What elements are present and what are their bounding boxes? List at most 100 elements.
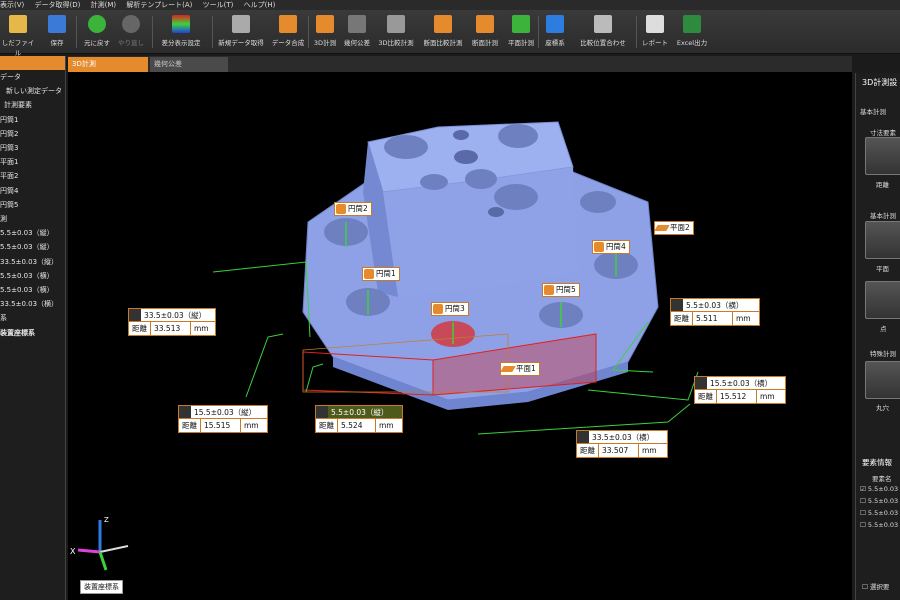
diff-display-button[interactable]: 差分表示設定 [156, 12, 206, 52]
excel-icon [683, 15, 701, 33]
point-button[interactable] [865, 281, 900, 319]
section-compare-icon [434, 15, 452, 33]
toolbar: しだファイル 保存 元に戻す やり直し 差分表示設定 新規データ取得 データ合成… [0, 10, 900, 57]
tree-item[interactable]: 平面2 [0, 169, 65, 183]
compare-3d-button[interactable]: 3D比較計測 [376, 12, 416, 52]
tree-item[interactable]: 円筒3 [0, 141, 65, 155]
align-icon [594, 15, 612, 33]
feature-tag-cylinder4[interactable]: 円筒4 [592, 240, 630, 254]
save-button[interactable]: 保存 [44, 12, 70, 52]
hole [453, 130, 469, 140]
section-icon [476, 15, 494, 33]
tree-item[interactable]: 平面1 [0, 155, 65, 169]
hole [465, 169, 497, 189]
redo-button[interactable]: やり直し [116, 12, 146, 52]
cylinder-icon [336, 204, 346, 214]
menu-template[interactable]: 解析テンプレート(A) [126, 1, 192, 9]
hole [488, 207, 504, 217]
undo-button[interactable]: 元に戻す [82, 12, 112, 52]
hole [384, 135, 428, 159]
callout-15-5-horizontal[interactable]: 15.5±0.03（横） 距離 15.512 mm [694, 376, 786, 404]
data-tree: データ 新しい測定データ 計測要素 円筒1 円筒2 円筒3 平面1 平面2 円筒… [0, 70, 65, 340]
tree-item[interactable]: 33.5±0.03（横） [0, 297, 65, 311]
open-file-button[interactable]: しだファイル [0, 12, 36, 57]
scanner-icon [232, 15, 250, 33]
section-measure-button[interactable]: 断面計測 [468, 12, 502, 52]
cylinder-icon [433, 304, 443, 314]
section-basic: 基本計測 [860, 108, 886, 116]
element-row[interactable]: ☐ 5.5±0.03 [860, 521, 898, 529]
tree-item[interactable]: 5.5±0.03（縦） [0, 240, 65, 254]
cylinder-icon [594, 242, 604, 252]
callout-15-5-vertical[interactable]: 15.5±0.03（縦） 距離 15.515 mm [178, 405, 268, 433]
tree-item[interactable]: 測 [0, 212, 65, 226]
menu-data[interactable]: データ取得(D) [35, 1, 81, 9]
tree-item[interactable]: 5.5±0.03（縦） [0, 226, 65, 240]
distance-button[interactable] [865, 137, 900, 175]
tree-item[interactable]: 円筒5 [0, 198, 65, 212]
element-row[interactable]: ☐ 5.5±0.03 [860, 497, 898, 505]
element-row[interactable]: ☐ 5.5±0.03 [860, 509, 898, 517]
tree-item[interactable]: データ [0, 70, 65, 84]
menu-help[interactable]: ヘルプ(H) [244, 1, 276, 9]
feature-tag-cylinder2[interactable]: 円筒2 [334, 202, 372, 216]
compare-align-button[interactable]: 比較位置合わせ [576, 12, 630, 52]
point-label: 点 [880, 325, 887, 333]
feature-tag-plane2[interactable]: 平面2 [654, 221, 694, 235]
tree-item[interactable]: 円筒4 [0, 184, 65, 198]
tree-item[interactable]: 5.5±0.03（横） [0, 269, 65, 283]
tree-item[interactable]: 円筒2 [0, 127, 65, 141]
feature-tag-cylinder1[interactable]: 円筒1 [362, 267, 400, 281]
report-button[interactable]: レポート [640, 12, 670, 52]
element-name-header: 要素名 [872, 475, 892, 483]
panel-title: 3D計測設 [862, 78, 898, 87]
toolbar-divider [308, 16, 309, 48]
geometric-tolerance-button[interactable]: 幾何公差 [340, 12, 374, 52]
callout-5-5-vertical[interactable]: 5.5±0.03（縦） 距離 5.524 mm [315, 405, 403, 433]
hole [454, 150, 478, 164]
plane-button[interactable] [865, 221, 900, 259]
tolerance-icon [348, 15, 366, 33]
redo-icon [122, 15, 140, 33]
axis-x-line [77, 548, 101, 554]
element-info-header: 要素情報 [862, 458, 892, 467]
excel-export-button[interactable]: Excel出力 [672, 12, 712, 52]
element-row[interactable]: ☑ 5.5±0.03 [860, 485, 898, 493]
tree-item[interactable]: 計測要素 [0, 98, 65, 112]
tree-item[interactable]: 5.5±0.03（横） [0, 283, 65, 297]
hole [494, 184, 538, 210]
tree-item[interactable]: 新しい測定データ [0, 84, 65, 98]
dim-line-c [305, 363, 324, 393]
menu-tools[interactable]: ツール(T) [203, 1, 234, 9]
section-dim-elem: 寸法要素 [870, 129, 896, 137]
callout-5-5-horizontal[interactable]: 5.5±0.03（横） 距離 5.511 mm [670, 298, 760, 326]
menu-measure[interactable]: 計測(M) [91, 1, 117, 9]
measure-3d-button[interactable]: 3D計測 [310, 12, 340, 52]
coord-system-button[interactable]: 座標系 [540, 12, 570, 52]
tree-item[interactable]: 33.5±0.03（縦） [0, 255, 65, 269]
data-merge-button[interactable]: データ合成 [270, 12, 306, 52]
callout-33-5-vertical[interactable]: 33.5±0.03（縦） 距離 33.513 mm [128, 308, 216, 336]
distance-icon [695, 377, 707, 389]
tree-item[interactable]: 装置座標系 [0, 326, 65, 340]
plane-measure-button[interactable]: 平面計測 [504, 12, 538, 52]
axis-x-label: X [70, 547, 76, 556]
menu-view[interactable]: 表示(V) [0, 1, 24, 9]
round-hole-button[interactable] [865, 361, 900, 399]
feature-tag-plane1[interactable]: 平面1 [500, 362, 540, 376]
view-tabs: 3D計測 幾何公差 [68, 56, 852, 72]
tree-item[interactable]: 系 [0, 311, 65, 325]
feature-tag-cylinder5[interactable]: 円筒5 [542, 283, 580, 297]
new-data-button[interactable]: 新規データ取得 [216, 12, 266, 52]
feature-tag-cylinder3[interactable]: 円筒3 [431, 302, 469, 316]
tree-item[interactable]: 円筒1 [0, 113, 65, 127]
hole [498, 124, 538, 148]
3d-viewport[interactable]: 円筒2 円筒1 円筒3 円筒4 円筒5 平面2 平面1 33.5±0.03（縦）… [68, 72, 852, 600]
dim-line-a [212, 261, 311, 338]
select-all-checkbox[interactable]: ☐ 選択要 [862, 581, 889, 591]
tab-geometric-tolerance[interactable]: 幾何公差 [150, 57, 228, 72]
callout-33-5-horizontal[interactable]: 33.5±0.03（横） 距離 33.507 mm [576, 430, 668, 458]
axis-g-line [98, 551, 108, 571]
section-compare-button[interactable]: 断面比較計測 [420, 12, 466, 52]
tab-3d-measure[interactable]: 3D計測 [68, 57, 148, 72]
